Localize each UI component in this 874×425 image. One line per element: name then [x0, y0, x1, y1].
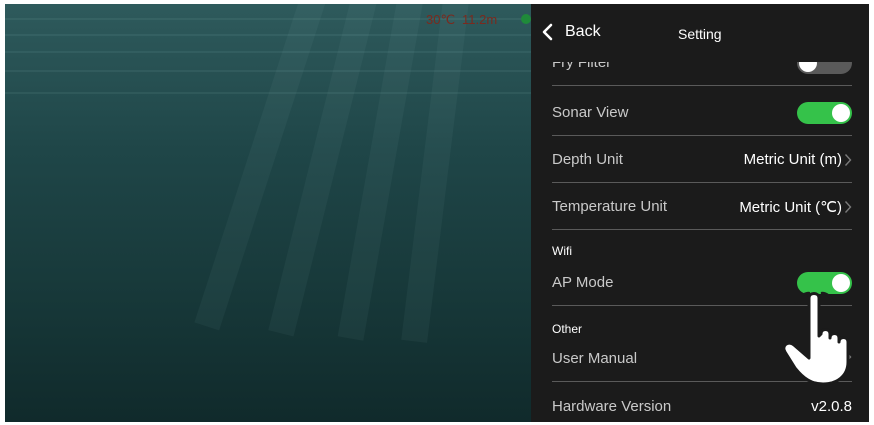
temperature-unit-label: Temperature Unit: [552, 198, 668, 215]
camera-view: [5, 4, 531, 422]
user-manual-label: User Manual: [552, 350, 638, 367]
settings-panel: Back Setting Fry Filter Sonar View Depth…: [531, 4, 869, 422]
chevron-right-icon: [844, 153, 852, 166]
row-divider: [552, 85, 852, 86]
toggle-knob: [832, 104, 850, 122]
setting-row-user-manual[interactable]: User Manual: [552, 336, 852, 382]
section-header-wifi: Wifi: [552, 244, 572, 258]
chevron-right-icon: [844, 351, 852, 363]
ap-mode-label: AP Mode: [552, 274, 614, 291]
setting-row-hardware-version: Hardware Version v2.0.8: [552, 384, 852, 422]
page-title: Setting: [678, 26, 722, 42]
row-divider: [552, 182, 852, 183]
settings-header: Back Setting: [531, 4, 869, 62]
depth-readout: 11.2m: [462, 12, 498, 27]
setting-row-ap-mode: AP Mode: [552, 260, 852, 306]
row-divider: [552, 135, 852, 136]
depth-unit-value: Metric Unit (m): [744, 151, 852, 168]
sonar-view-toggle[interactable]: [797, 102, 852, 124]
row-divider: [552, 305, 852, 306]
user-manual-arrow: [842, 350, 852, 364]
temperature-unit-value: Metric Unit (℃): [739, 198, 852, 216]
row-divider: [552, 229, 852, 230]
section-header-other: Other: [552, 322, 583, 336]
depth-unit-value-text: Metric Unit (m): [743, 151, 842, 168]
hardware-version-value: v2.0.8: [811, 398, 852, 415]
temperature-readout: 30℃: [426, 12, 456, 27]
status-indicator: [521, 14, 531, 24]
setting-row-temperature-unit[interactable]: Temperature Unit Metric Unit (℃): [552, 184, 852, 230]
ap-mode-toggle[interactable]: [797, 272, 852, 294]
depth-unit-label: Depth Unit: [552, 151, 623, 168]
setting-row-depth-unit[interactable]: Depth Unit Metric Unit (m): [552, 137, 852, 183]
toggle-knob: [832, 274, 850, 292]
hardware-version-label: Hardware Version: [552, 398, 672, 415]
app-frame: 30℃ 11.2m Back Setting Fry Filter Sonar …: [0, 0, 874, 425]
chevron-right-icon: [844, 201, 852, 213]
back-label: Back: [565, 23, 601, 40]
chevron-left-icon: [542, 23, 553, 41]
temperature-unit-value-text: Metric Unit (℃): [739, 199, 842, 216]
sonar-view-label: Sonar View: [552, 104, 629, 121]
row-divider: [552, 381, 852, 382]
setting-row-sonar-view: Sonar View: [552, 90, 852, 136]
back-button[interactable]: Back: [541, 22, 601, 42]
